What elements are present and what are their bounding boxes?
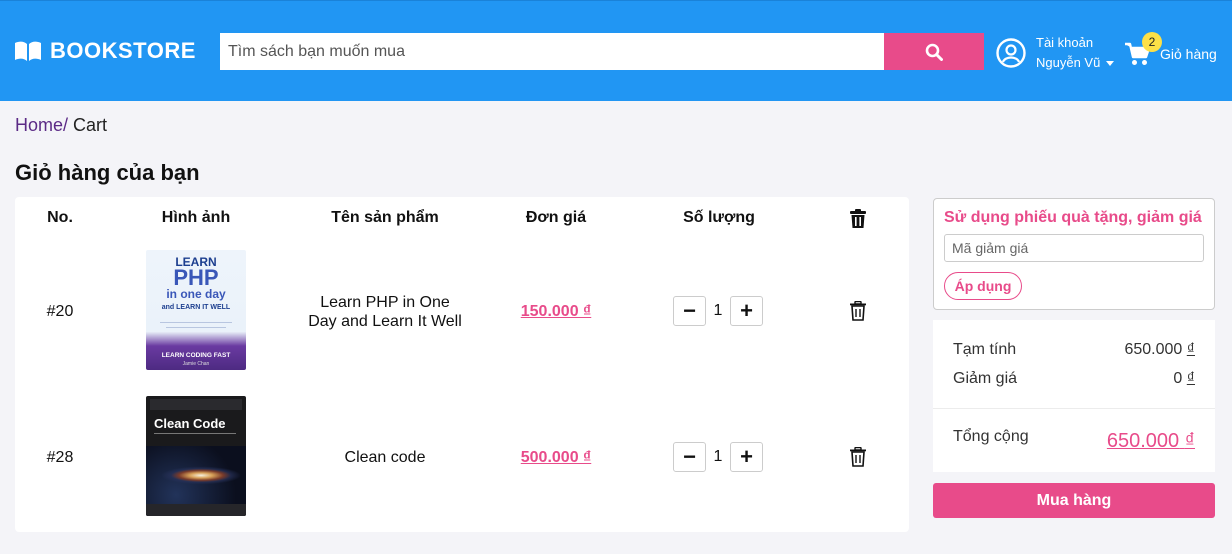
search-button[interactable] — [884, 33, 984, 70]
book-icon — [15, 41, 41, 61]
search-bar — [220, 33, 984, 70]
header-name: Tên sản phẩm — [331, 209, 439, 226]
header-price: Đơn giá — [525, 209, 587, 226]
voucher-box: Sử dụng phiếu quà tặng, giảm giá Áp dụng — [933, 198, 1215, 310]
discount-row: Giảm giá 0 ₫ — [953, 370, 1195, 388]
currency-symbol: ₫ — [1186, 341, 1195, 358]
breadcrumb-home[interactable]: Home — [15, 115, 63, 135]
account-label: Tài khoản — [1036, 35, 1094, 50]
row-2-no: #28 — [46, 449, 74, 466]
row-1-quantity-stepper: − 1 + — [673, 296, 763, 326]
voucher-code-input[interactable] — [944, 234, 1204, 262]
row-1-price: 150.000 ₫ — [520, 303, 592, 320]
total-value: 650.000 — [1106, 430, 1180, 452]
header-no: No. — [47, 209, 73, 226]
row-2-price: 500.000 ₫ — [520, 449, 592, 466]
cover-line3: in one day — [166, 287, 226, 301]
decrease-button[interactable]: − — [673, 442, 706, 472]
cart-label: Giỏ hàng — [1160, 46, 1217, 62]
cover-author: Jamie Chan — [182, 361, 210, 367]
row-2-quantity-stepper: − 1 + — [673, 442, 763, 472]
cart-table: No. Hình ảnh Tên sản phẩm Đơn giá Số lượ… — [15, 197, 909, 532]
cover-footer — [146, 504, 246, 516]
discount-label: Giảm giá — [953, 370, 1018, 387]
quantity-value[interactable]: 1 — [706, 448, 730, 466]
account-username: Nguyễn Vũ — [1036, 55, 1101, 70]
breadcrumb: Home/ Cart — [15, 115, 107, 136]
header-quantity: Số lượng — [683, 209, 755, 226]
cover-bottom: LEARN CODING FAST — [161, 352, 231, 359]
cart-count-badge: 2 — [1142, 32, 1162, 52]
header: BOOKSTORE Tài khoản Nguyễn Vũ 2 Giỏ hàng — [0, 0, 1232, 101]
breadcrumb-current: Cart — [73, 115, 108, 135]
apply-voucher-button[interactable]: Áp dụng — [944, 272, 1022, 300]
cover-text-line — [160, 322, 232, 323]
page-title: Giỏ hàng của bạn — [15, 160, 200, 185]
brand-name: BOOKSTORE — [50, 38, 196, 63]
voucher-title: Sử dụng phiếu quà tặng, giảm giá — [944, 209, 1202, 226]
quantity-value[interactable]: 1 — [706, 302, 730, 320]
cover-line4: and LEARN IT WELL — [161, 304, 231, 311]
increase-button[interactable]: + — [730, 442, 763, 472]
logo[interactable]: BOOKSTORE — [14, 38, 196, 64]
subtotal-row: Tạm tính 650.000 ₫ — [953, 341, 1195, 359]
total-label: Tổng cộng — [953, 428, 1029, 445]
decrease-button[interactable]: − — [673, 296, 706, 326]
order-summary: Tạm tính 650.000 ₫ Giảm giá 0 ₫ Tổng cộn… — [933, 320, 1215, 472]
checkout-button[interactable]: Mua hàng — [933, 483, 1215, 518]
total-row: Tổng cộng 650.000 ₫ — [953, 428, 1195, 453]
cart-link[interactable]: 2 Giỏ hàng — [1124, 32, 1217, 65]
search-icon — [925, 43, 943, 61]
row-2-name[interactable]: Clean code — [295, 449, 475, 467]
cover-band — [150, 399, 242, 410]
cover-text-line — [154, 433, 236, 434]
delete-all-icon[interactable] — [849, 209, 867, 229]
row-1-name[interactable]: Learn PHP in One Day and Learn It Well — [295, 293, 475, 331]
delete-icon[interactable] — [849, 301, 867, 321]
row-1-name-line1: Learn PHP in One — [320, 294, 450, 311]
discount-value: 0 — [1173, 370, 1183, 387]
breadcrumb-separator: / — [63, 115, 69, 135]
product-image-php[interactable]: LEARN PHP in one day and LEARN IT WELL L… — [146, 250, 246, 370]
search-input[interactable] — [220, 33, 884, 70]
increase-button[interactable]: + — [730, 296, 763, 326]
header-image: Hình ảnh — [161, 209, 231, 226]
subtotal-value: 650.000 — [1124, 341, 1183, 358]
subtotal-label: Tạm tính — [953, 341, 1017, 358]
delete-icon[interactable] — [849, 447, 867, 467]
row-1-name-line2: Day and Learn It Well — [308, 313, 462, 330]
product-image-clean-code[interactable]: Clean Code — [146, 396, 246, 516]
account-menu[interactable]: Tài khoản Nguyễn Vũ — [996, 33, 1115, 73]
row-2-name-line1: Clean code — [344, 449, 426, 466]
cover-title: Clean Code — [154, 416, 226, 431]
summary-divider — [933, 408, 1215, 409]
currency-symbol: ₫ — [1184, 430, 1195, 452]
caret-down-icon — [1106, 61, 1115, 67]
cover-text-line — [166, 327, 226, 328]
user-icon — [996, 38, 1026, 68]
row-1-no: #20 — [46, 303, 74, 320]
currency-symbol: ₫ — [1186, 370, 1195, 387]
